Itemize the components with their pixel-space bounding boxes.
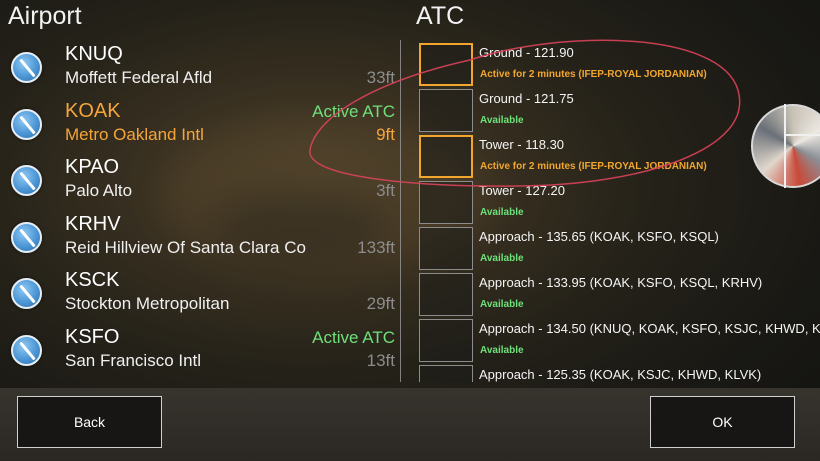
airport-row-krhv[interactable]: KRHV Reid Hillview Of Santa Clara Co 133… bbox=[0, 210, 400, 266]
atc-row-approach-13450[interactable]: Approach - 134.50 (KNUQ, KOAK, KSFO, KSJ… bbox=[418, 316, 820, 362]
airport-name: Stockton Metropolitan bbox=[65, 294, 230, 313]
airport-compass-icon bbox=[11, 52, 42, 83]
atc-frequency: Approach - 135.65 (KOAK, KSFO, KSQL) bbox=[479, 229, 719, 244]
atc-controller-avatar bbox=[419, 43, 473, 86]
airport-section-title: Airport bbox=[8, 2, 82, 30]
atc-status: Available bbox=[480, 115, 524, 126]
airport-code: KNUQ bbox=[65, 43, 123, 65]
thumbnail-divider bbox=[784, 134, 820, 136]
atc-status: Available bbox=[480, 253, 524, 264]
airport-name: Palo Alto bbox=[65, 181, 133, 200]
list-divider bbox=[400, 40, 401, 382]
bottom-bar: Back OK bbox=[0, 388, 820, 461]
atc-row-approach-12535[interactable]: Approach - 125.35 (KOAK, KSJC, KHWD, KLV… bbox=[418, 362, 820, 382]
atc-status: Available bbox=[480, 299, 524, 310]
airport-name: Moffett Federal Afld bbox=[65, 68, 213, 87]
airport-elevation: 13ft bbox=[366, 351, 395, 370]
airport-code: KRHV bbox=[65, 213, 121, 235]
photo-thumbnail[interactable] bbox=[751, 104, 820, 188]
atc-status: Active for 2 minutes (IFEP-ROYAL JORDANI… bbox=[480, 69, 707, 80]
airport-compass-icon bbox=[11, 165, 42, 196]
airport-code: KOAK bbox=[65, 100, 121, 122]
atc-row-ground-12190[interactable]: Ground - 121.90 Active for 2 minutes (IF… bbox=[418, 40, 820, 86]
airport-compass-icon bbox=[11, 335, 42, 366]
atc-status: Active for 2 minutes (IFEP-ROYAL JORDANI… bbox=[480, 161, 707, 172]
airport-elevation: 133ft bbox=[357, 238, 395, 257]
atc-frequency: Ground - 121.75 bbox=[479, 91, 574, 106]
airport-compass-icon bbox=[11, 109, 42, 140]
airport-code: KSCK bbox=[65, 269, 120, 291]
atc-controller-avatar bbox=[419, 135, 473, 178]
atc-status: Available bbox=[480, 207, 524, 218]
atc-controller-avatar bbox=[419, 89, 473, 132]
atc-controller-avatar bbox=[419, 273, 473, 316]
atc-frequency: Approach - 134.50 (KNUQ, KOAK, KSFO, KSJ… bbox=[479, 321, 820, 336]
atc-controller-avatar bbox=[419, 181, 473, 224]
atc-controller-avatar bbox=[419, 227, 473, 270]
airport-row-ksfo[interactable]: KSFO San Francisco Intl Active ATC 13ft bbox=[0, 323, 400, 379]
airport-elevation: 33ft bbox=[366, 68, 395, 87]
ok-button[interactable]: OK bbox=[650, 396, 795, 448]
back-button[interactable]: Back bbox=[17, 396, 162, 448]
airport-list[interactable]: KNUQ Moffett Federal Afld 33ft KOAK Metr… bbox=[0, 40, 400, 380]
airport-name: Reid Hillview Of Santa Clara Co bbox=[65, 238, 306, 257]
airport-elevation: 29ft bbox=[366, 294, 395, 313]
atc-row-approach-13565[interactable]: Approach - 135.65 (KOAK, KSFO, KSQL) Ava… bbox=[418, 224, 820, 270]
airport-elevation: 3ft bbox=[376, 181, 395, 200]
airport-elevation: 9ft bbox=[376, 125, 395, 144]
airport-row-knuq[interactable]: KNUQ Moffett Federal Afld 33ft bbox=[0, 40, 400, 96]
airport-name: San Francisco Intl bbox=[65, 351, 202, 370]
atc-controller-avatar bbox=[419, 319, 473, 362]
airport-code: KSFO bbox=[65, 326, 120, 348]
thumbnail-divider bbox=[784, 104, 786, 188]
airport-compass-icon bbox=[11, 222, 42, 253]
atc-frequency: Ground - 121.90 bbox=[479, 45, 574, 60]
atc-frequency: Approach - 125.35 (KOAK, KSJC, KHWD, KLV… bbox=[479, 367, 762, 382]
airport-name: Metro Oakland Intl bbox=[65, 125, 204, 144]
airport-compass-icon bbox=[11, 278, 42, 309]
atc-section-title: ATC bbox=[416, 2, 465, 30]
atc-frequency: Approach - 133.95 (KOAK, KSFO, KSQL, KRH… bbox=[479, 275, 763, 290]
atc-row-approach-13395[interactable]: Approach - 133.95 (KOAK, KSFO, KSQL, KRH… bbox=[418, 270, 820, 316]
atc-controller-avatar bbox=[419, 365, 473, 382]
atc-status: Available bbox=[480, 345, 524, 356]
atc-list[interactable]: Ground - 121.90 Active for 2 minutes (IF… bbox=[418, 40, 820, 382]
atc-frequency: Tower - 118.30 bbox=[479, 137, 565, 152]
airport-row-koak[interactable]: KOAK Metro Oakland Intl Active ATC 9ft bbox=[0, 97, 400, 153]
airport-row-kpao[interactable]: KPAO Palo Alto 3ft bbox=[0, 153, 400, 209]
airport-row-ksck[interactable]: KSCK Stockton Metropolitan 29ft bbox=[0, 266, 400, 322]
airport-atc-status: Active ATC bbox=[312, 328, 395, 347]
atc-frequency: Tower - 127.20 bbox=[479, 183, 565, 198]
airport-code: KPAO bbox=[65, 156, 120, 178]
airport-atc-status: Active ATC bbox=[312, 102, 395, 121]
